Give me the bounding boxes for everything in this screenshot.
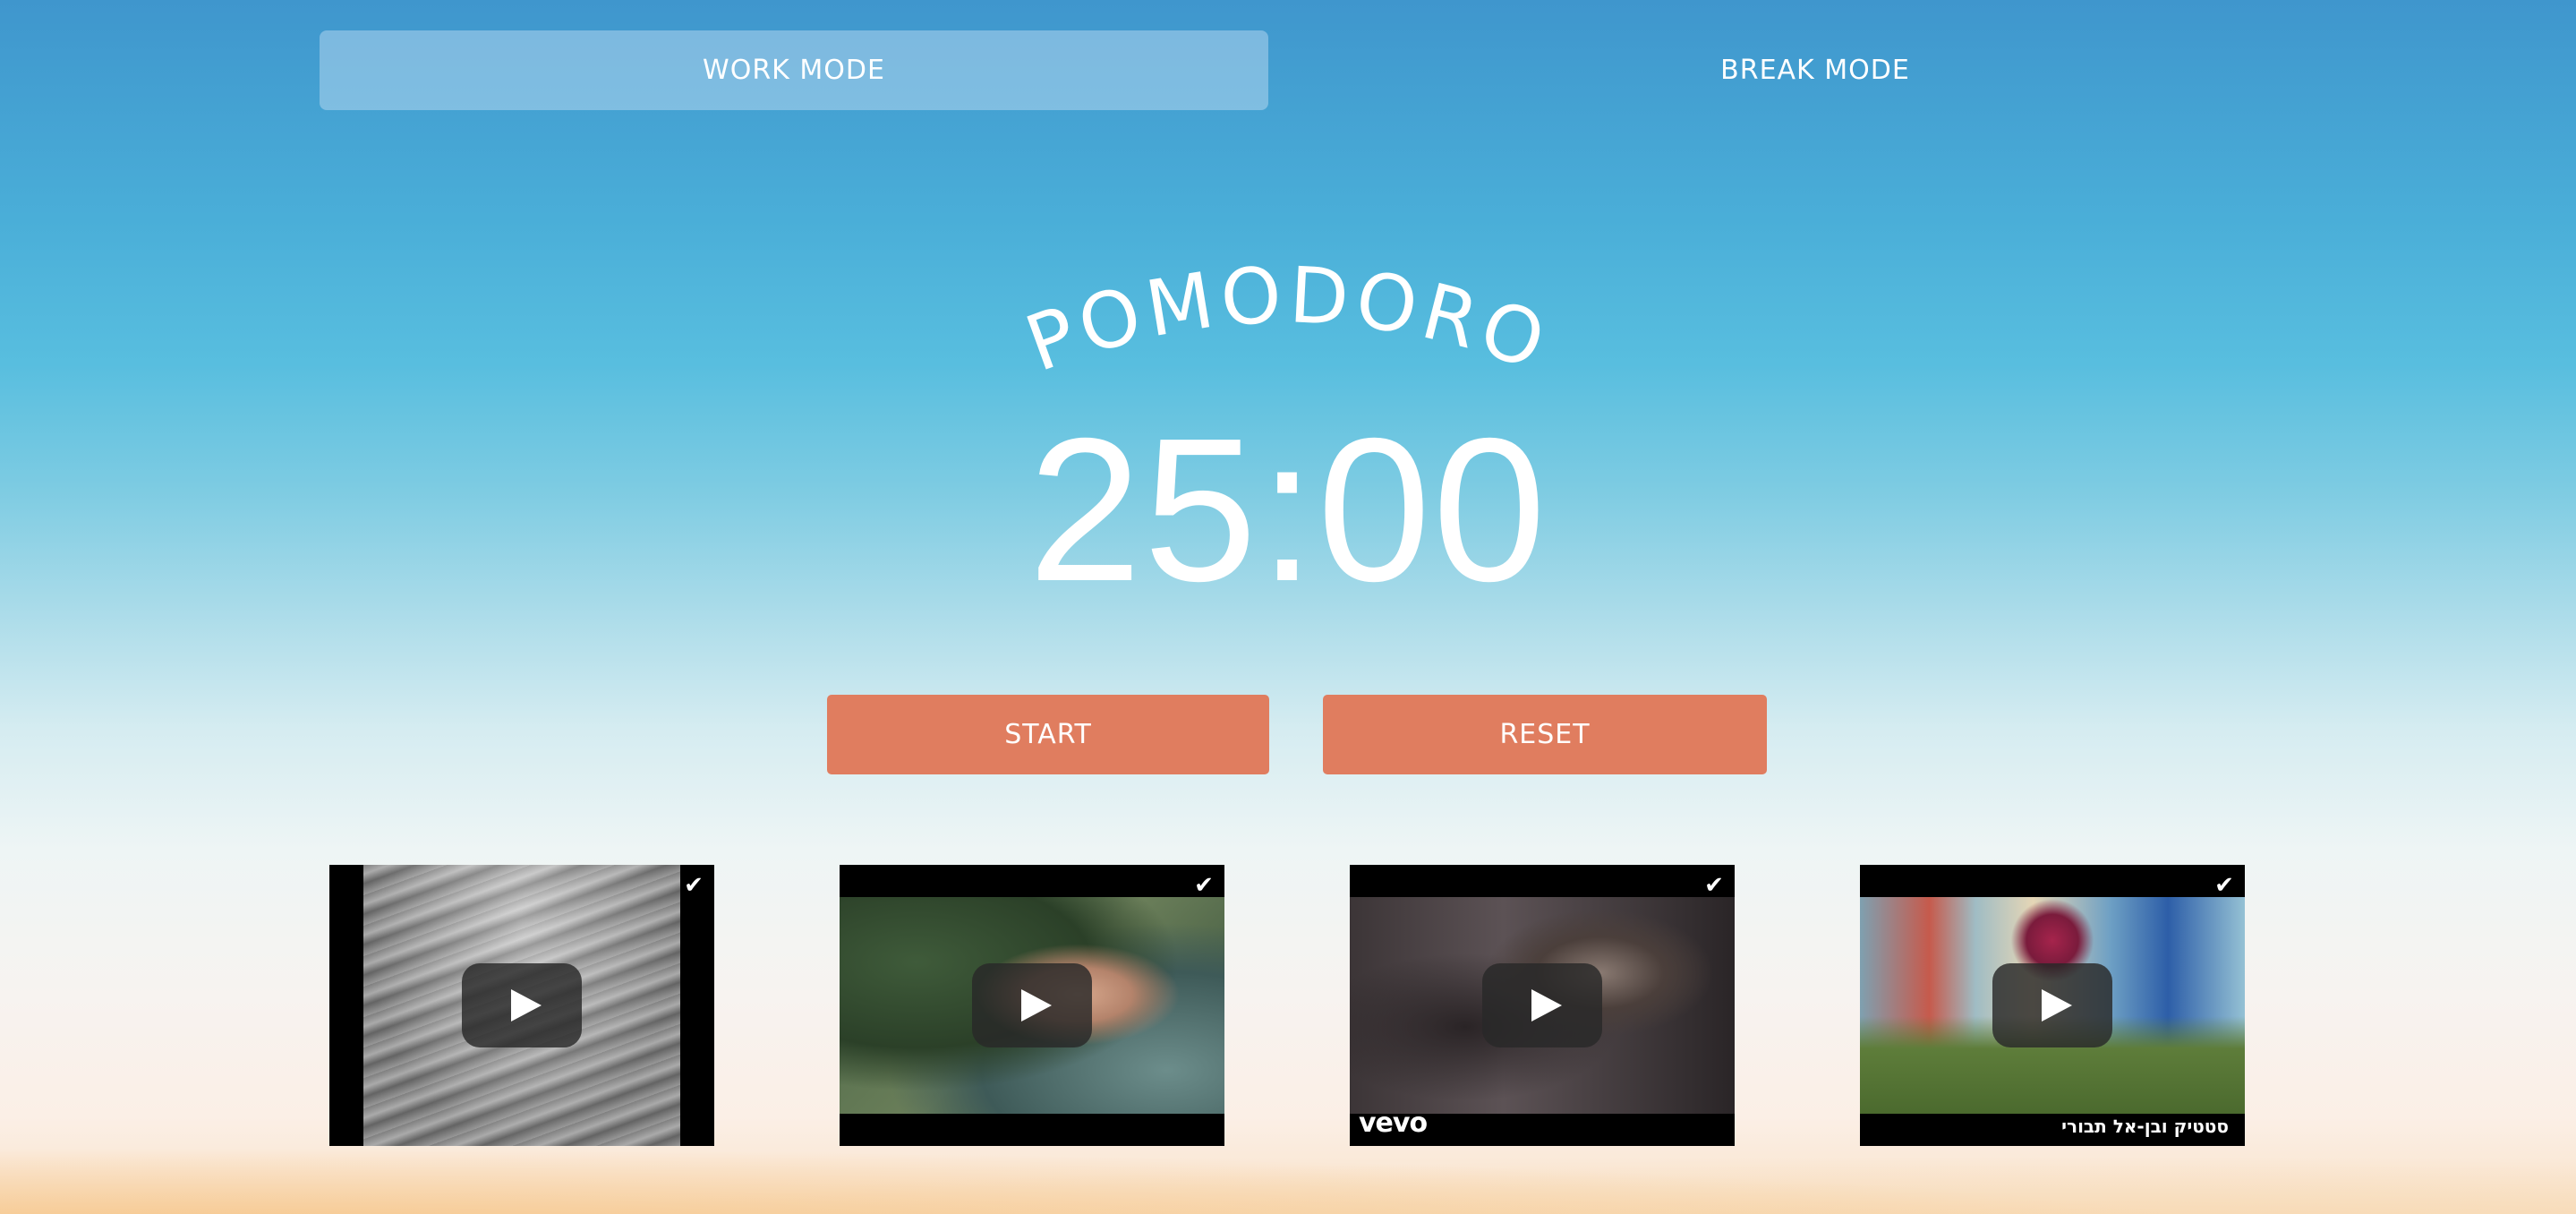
svg-text:POMODORO: POMODORO xyxy=(1015,251,1561,389)
check-icon[interactable]: ✔ xyxy=(680,872,707,899)
page-title: POMODORO xyxy=(975,224,1601,403)
timer-display: 25:00 xyxy=(1028,397,1548,624)
play-icon[interactable] xyxy=(972,963,1092,1047)
vevo-logo: vevo xyxy=(1359,1107,1428,1139)
page-title-text: POMODORO xyxy=(1015,251,1556,389)
play-icon[interactable] xyxy=(1482,963,1602,1047)
video-thumbnail-2[interactable]: ✔ xyxy=(840,865,1224,1146)
play-icon[interactable] xyxy=(462,963,582,1047)
video-thumbnail-3[interactable]: vevo ✔ xyxy=(1350,865,1735,1146)
check-icon[interactable]: ✔ xyxy=(2211,872,2238,899)
video-thumbnail-4[interactable]: סטטיק ובן-אל תבורי ✔ xyxy=(1860,865,2245,1146)
check-icon[interactable]: ✔ xyxy=(1190,872,1217,899)
start-button[interactable]: START xyxy=(827,695,1269,774)
tab-work-mode[interactable]: WORK MODE xyxy=(320,30,1268,110)
video-thumbnail-1[interactable]: ✔ xyxy=(329,865,714,1146)
tab-break-mode[interactable]: BREAK MODE xyxy=(1341,30,2290,110)
video-caption: סטטיק ובן-אל תבורי xyxy=(2061,1116,2229,1137)
play-icon[interactable] xyxy=(1992,963,2112,1047)
check-icon[interactable]: ✔ xyxy=(1701,872,1727,899)
reset-button[interactable]: RESET xyxy=(1323,695,1767,774)
